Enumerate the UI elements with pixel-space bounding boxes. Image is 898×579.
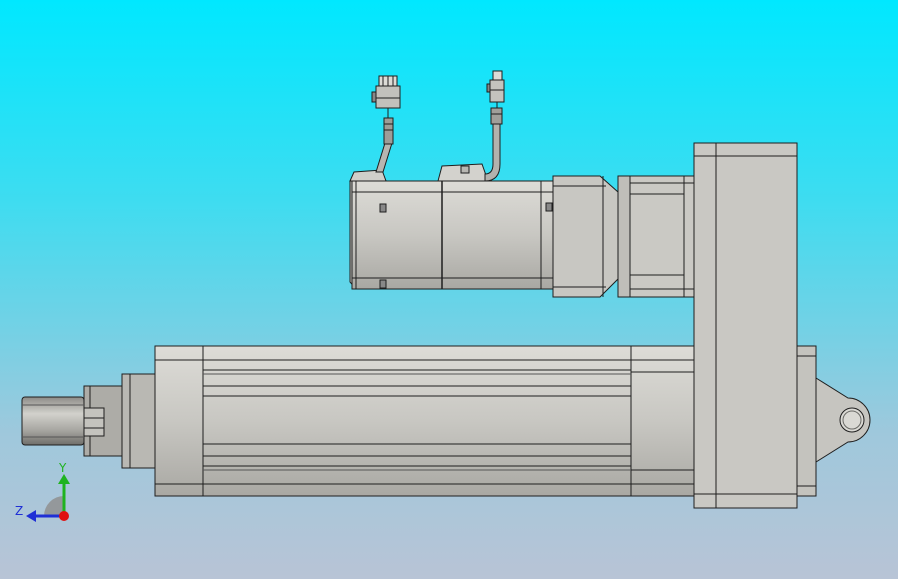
piston-rod — [21, 396, 85, 446]
z-axis-label: Z — [15, 504, 23, 518]
y-axis-arrow — [58, 474, 70, 484]
orientation-triad: Y Z — [15, 461, 70, 522]
y-axis-label: Y — [58, 461, 67, 475]
cylinder-body — [154, 345, 695, 497]
triad-origin — [59, 511, 69, 521]
z-axis-arrow — [26, 510, 36, 522]
gearbox-housing — [693, 142, 798, 509]
front-flange — [83, 373, 156, 469]
servo-motor — [349, 163, 554, 290]
cad-viewport[interactable]: Y Z — [0, 0, 898, 579]
power-cable — [371, 75, 401, 173]
encoder-cable — [484, 70, 505, 182]
motor-adapter — [552, 175, 695, 298]
actuator-model: Y Z — [15, 70, 871, 522]
rear-clevis-mount — [796, 345, 871, 497]
